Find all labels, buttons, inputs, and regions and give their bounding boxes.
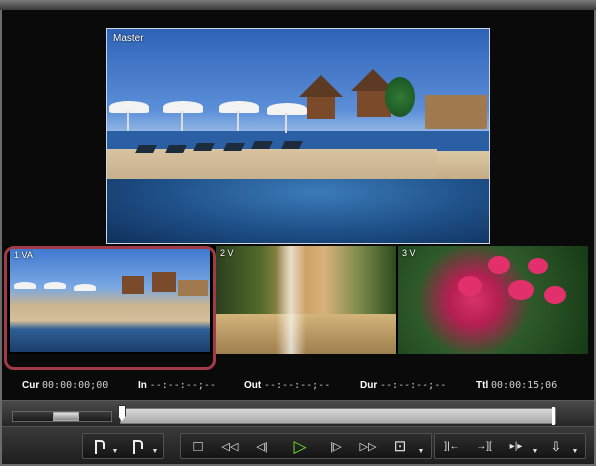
lounge-chair <box>251 141 273 149</box>
current-timecode-key: Cur <box>22 380 40 391</box>
hut <box>307 97 335 119</box>
total-timecode-key: Ttl <box>476 380 489 391</box>
umbrella <box>109 101 149 113</box>
set-in-button[interactable] <box>85 436 111 458</box>
go-to-prev-edit-button[interactable]: →][ <box>471 436 497 458</box>
hut-roof <box>299 75 343 97</box>
current-timecode: Cur 00:00:00;00 <box>22 380 108 391</box>
out-timecode-value: --:--:--;-- <box>264 380 331 391</box>
umbrella-pole <box>285 113 287 133</box>
step-back-button[interactable]: ◁| <box>249 436 275 458</box>
loop-dropdown-icon[interactable]: ▼ <box>417 448 425 455</box>
total-timecode: Ttl 00:00:15;06 <box>476 380 557 391</box>
rewind-icon: ◁◁ <box>221 441 239 453</box>
building <box>425 95 487 129</box>
insert-to-timeline-button[interactable]: ⇩ <box>543 436 569 458</box>
insert-dropdown-icon[interactable]: ▼ <box>571 448 579 455</box>
loop-icon: ⊡ <box>393 438 407 455</box>
palm-tree <box>385 77 415 117</box>
current-timecode-value: 00:00:00;00 <box>42 380 109 391</box>
fast-forward-icon: ▷▷ <box>359 441 377 453</box>
pool-water <box>107 179 489 243</box>
go-to-next-edit-icon: ▸|▸ <box>509 441 523 452</box>
camera-2-label: 2 V <box>220 248 234 258</box>
flower-petal <box>544 286 566 304</box>
rewind-button[interactable]: ◁◁ <box>217 436 243 458</box>
set-out-dropdown-icon[interactable]: ▼ <box>151 448 159 455</box>
step-forward-icon: |▷ <box>330 441 342 453</box>
out-timecode: Out --:--:--;-- <box>244 380 330 391</box>
camera-angle-3[interactable]: 3 V <box>398 246 588 354</box>
flower-petal <box>508 280 534 300</box>
play-button[interactable]: ▷ <box>287 436 313 458</box>
loop-button[interactable]: ⊡ <box>387 436 413 458</box>
umbrella-pole <box>237 111 239 131</box>
window-top-strip <box>0 0 596 10</box>
step-forward-button[interactable]: |▷ <box>323 436 349 458</box>
mark-group: ▼ ▼ <box>82 433 164 459</box>
go-to-in-icon: ]|← <box>444 441 460 452</box>
total-timecode-value: 00:00:15;06 <box>491 380 558 391</box>
umbrella <box>219 101 259 113</box>
insert-to-timeline-icon: ⇩ <box>550 439 562 454</box>
in-timecode-key: In <box>138 380 147 391</box>
lounge-chair <box>223 143 245 151</box>
playback-toolbar: ▼ ▼ □ ◁◁ ◁| ▷ |▷ ▷▷ ⊡ ▼ ]|← →][ ▸|▸ ▼ ⇩ … <box>2 426 594 464</box>
duration-timecode-key: Dur <box>360 380 378 391</box>
lounge-chair <box>135 145 157 153</box>
camera-angle-2[interactable]: 2 V <box>216 246 396 354</box>
track-end-marker <box>552 407 555 425</box>
lounge-chair <box>165 145 187 153</box>
camera-3-label: 3 V <box>402 248 416 258</box>
umbrella-pole <box>181 111 183 131</box>
set-out-icon <box>133 440 143 454</box>
set-out-button[interactable] <box>123 436 149 458</box>
duration-timecode-value: --:--:--;-- <box>380 380 447 391</box>
edit-group: ]|← →][ ▸|▸ ▼ ⇩ ▼ <box>434 433 586 459</box>
set-in-dropdown-icon[interactable]: ▼ <box>111 448 119 455</box>
play-icon: ▷ <box>293 437 307 456</box>
step-back-icon: ◁| <box>256 441 268 453</box>
umbrella <box>163 101 203 113</box>
position-bar <box>2 400 594 426</box>
transport-group: □ ◁◁ ◁| ▷ |▷ ▷▷ ⊡ ▼ <box>180 433 432 459</box>
go-to-prev-edit-icon: →][ <box>476 441 492 452</box>
umbrella <box>267 103 307 115</box>
go-to-next-edit-button[interactable]: ▸|▸ <box>503 436 529 458</box>
duration-timecode: Dur --:--:--;-- <box>360 380 446 391</box>
set-in-icon <box>95 440 105 454</box>
selected-camera-highlight <box>4 246 216 370</box>
out-timecode-key: Out <box>244 380 262 391</box>
master-viewer[interactable]: Master <box>106 28 490 244</box>
fast-forward-button[interactable]: ▷▷ <box>355 436 381 458</box>
stop-button[interactable]: □ <box>185 436 211 458</box>
in-timecode: In --:--:--;-- <box>138 380 216 391</box>
next-edit-dropdown-icon[interactable]: ▼ <box>531 448 539 455</box>
umbrella-pole <box>127 111 129 131</box>
shuttle-knob[interactable] <box>53 412 79 421</box>
position-slider-track[interactable] <box>120 408 556 424</box>
lounge-chair <box>281 141 303 149</box>
shuttle-slider[interactable] <box>12 411 112 422</box>
fountain-water <box>276 246 306 354</box>
stop-icon: □ <box>193 438 203 455</box>
go-to-in-button[interactable]: ]|← <box>439 436 465 458</box>
master-label: Master <box>113 33 144 44</box>
flower-petal <box>488 256 510 274</box>
flower-petal <box>528 258 548 274</box>
fountain-pool <box>216 314 396 354</box>
flower-petal <box>458 276 482 296</box>
in-timecode-value: --:--:--;-- <box>149 380 216 391</box>
lounge-chair <box>193 143 215 151</box>
